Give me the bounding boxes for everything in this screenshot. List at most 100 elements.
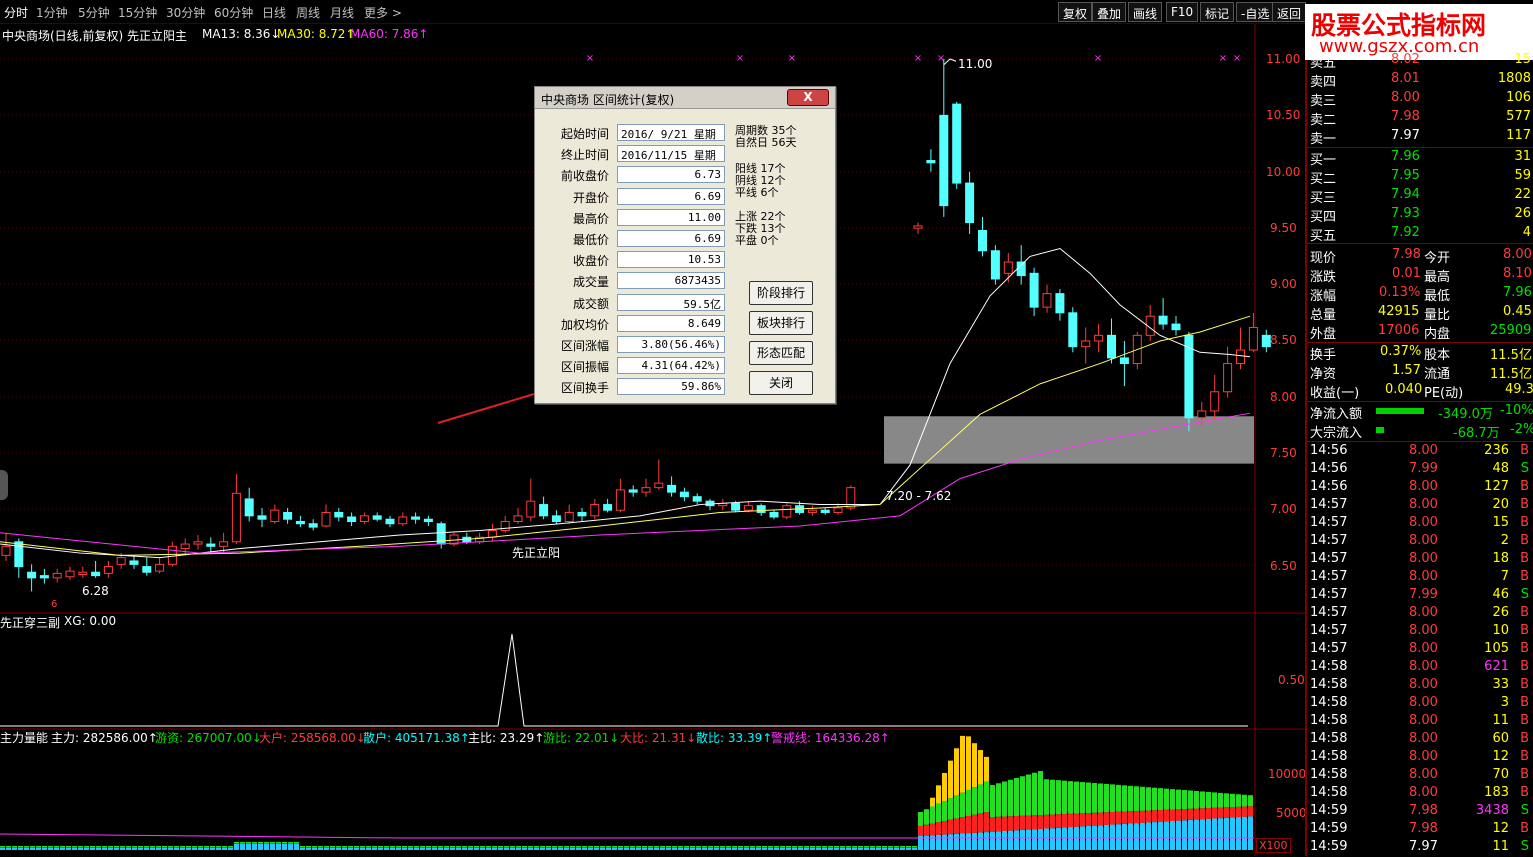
volume-bar <box>672 846 677 847</box>
sector-rank-button[interactable]: 板块排行 <box>749 311 813 335</box>
tab-more[interactable]: 更多 > <box>364 4 402 21</box>
volume-bar <box>426 846 431 847</box>
volume-bar <box>1140 822 1145 850</box>
volume-bar <box>1122 785 1127 812</box>
volume-bar <box>504 847 509 848</box>
volume-bar <box>984 812 989 833</box>
jingjie-value: 警戒线: 164336.28↑ <box>771 731 890 745</box>
draw-button[interactable]: 画线 <box>1128 2 1163 22</box>
volume-bar <box>1026 815 1031 830</box>
tick-volume: 2 <box>1500 533 1509 548</box>
scroll-handle[interactable] <box>0 470 8 500</box>
tab-fenshi[interactable]: 分时 <box>4 4 28 21</box>
volume-bar <box>462 847 467 848</box>
dialog-close-button[interactable]: X <box>787 89 829 106</box>
tab-60min[interactable]: 60分钟 <box>214 4 253 21</box>
date-picker[interactable]: 2016/ 9/21 星期 <box>617 124 725 141</box>
volume-bar <box>48 846 53 847</box>
tick-direction: S <box>1520 803 1529 818</box>
f10-button[interactable]: F10 <box>1166 2 1199 22</box>
volume-bar <box>804 846 809 847</box>
ask-row[interactable]: 卖三 8.00 106 <box>1309 90 1533 109</box>
stage-rank-button[interactable]: 阶段排行 <box>749 281 813 305</box>
bid-row[interactable]: 买二 7.95 59 <box>1309 168 1533 187</box>
mark-button[interactable]: 标记 <box>1200 2 1235 22</box>
watchlist-button[interactable]: -自选 <box>1236 2 1275 22</box>
volume-bar <box>966 815 971 834</box>
pattern-match-button[interactable]: 形态匹配 <box>749 341 813 365</box>
volume-bar <box>324 846 329 847</box>
tab-week[interactable]: 周线 <box>296 4 320 21</box>
volume-bar <box>42 848 47 850</box>
bid-row[interactable]: 买三 7.94 22 <box>1309 187 1533 206</box>
tick-row: 14:57 8.00 2 B <box>1309 533 1533 551</box>
volume-bar <box>522 848 527 850</box>
candle-body <box>1029 272 1039 308</box>
neipan-label: 内盘 <box>1424 327 1451 342</box>
volume-bar <box>900 848 905 850</box>
volume-bar <box>852 848 857 850</box>
tab-1min[interactable]: 1分钟 <box>36 4 68 21</box>
ask-row[interactable]: 卖二 7.98 577 <box>1309 109 1533 128</box>
ask-row[interactable]: 卖五 8.02 15 <box>1309 52 1533 71</box>
tick-time: 14:59 <box>1310 839 1348 854</box>
zuidi-value: 7.96 <box>1503 285 1532 300</box>
volume-bar <box>954 795 959 819</box>
back-button[interactable]: 返回 <box>1272 2 1307 22</box>
volume-bar <box>1068 813 1073 828</box>
volume-bar <box>252 843 257 844</box>
bid-row[interactable]: 买四 7.93 26 <box>1309 206 1533 225</box>
volume-bar <box>162 847 167 848</box>
volume-bar <box>198 846 203 847</box>
volume-bar <box>588 847 593 848</box>
ask-row[interactable]: 卖一 7.97 117 <box>1309 128 1533 147</box>
volume-bar <box>534 847 539 848</box>
volume-bar <box>906 846 911 847</box>
volume-bar <box>324 848 329 850</box>
tick-price: 8.00 <box>1409 695 1438 710</box>
candle-body <box>244 498 254 517</box>
volume-bar <box>0 848 5 850</box>
level-label: 卖五 <box>1310 56 1337 71</box>
volume-bar <box>822 846 827 847</box>
volume-bar <box>684 846 689 847</box>
volume-bar <box>96 847 101 848</box>
tick-row: 14:57 8.00 10 B <box>1309 623 1533 641</box>
interval-stats-dialog: 中央商场 区间统计(复权) X 起始时间 2016/ 9/21 星期 终止时间 201… <box>534 86 836 404</box>
tab-30min[interactable]: 30分钟 <box>166 4 205 21</box>
volume-bar <box>690 848 695 850</box>
candle-body <box>295 520 305 525</box>
volume-bar <box>750 846 755 847</box>
ask-row[interactable]: 卖四 8.01 1808 <box>1309 71 1533 90</box>
volume-bar <box>1134 823 1139 850</box>
fuquan-button[interactable]: 复权 <box>1058 2 1093 22</box>
bid-row[interactable]: 买五 7.92 4 <box>1309 225 1533 244</box>
volume-bar <box>618 848 623 850</box>
volume-bar <box>1074 781 1079 814</box>
candle-body <box>1119 357 1129 365</box>
liangbi-value: 0.45 <box>1503 304 1532 319</box>
candle-body <box>1107 334 1116 359</box>
bid-row[interactable]: 买一 7.96 31 <box>1309 149 1533 168</box>
date-picker[interactable]: 2016/11/15 星期 <box>617 145 725 163</box>
volume-bar <box>858 847 863 848</box>
tab-month[interactable]: 月线 <box>330 4 354 21</box>
volume-bar <box>948 798 953 820</box>
volume-bar <box>708 846 713 847</box>
tick-row: 14:59 7.98 12 B <box>1309 821 1533 839</box>
volume-bar <box>1224 807 1229 818</box>
tab-15min[interactable]: 15分钟 <box>118 4 157 21</box>
volume-bar <box>726 847 731 848</box>
overlay-button[interactable]: 叠加 <box>1092 2 1127 22</box>
level-volume: 59 <box>1514 168 1531 183</box>
volume-bar <box>168 847 173 848</box>
divider <box>1307 401 1533 402</box>
close-button[interactable]: 关闭 <box>749 371 813 395</box>
volume-bar <box>24 848 29 850</box>
volume-bar <box>366 848 371 850</box>
tab-day[interactable]: 日线 <box>262 4 286 21</box>
xg-line <box>0 633 1248 727</box>
tab-5min[interactable]: 5分钟 <box>78 4 110 21</box>
volume-bar <box>648 847 653 848</box>
volume-bar <box>630 847 635 848</box>
